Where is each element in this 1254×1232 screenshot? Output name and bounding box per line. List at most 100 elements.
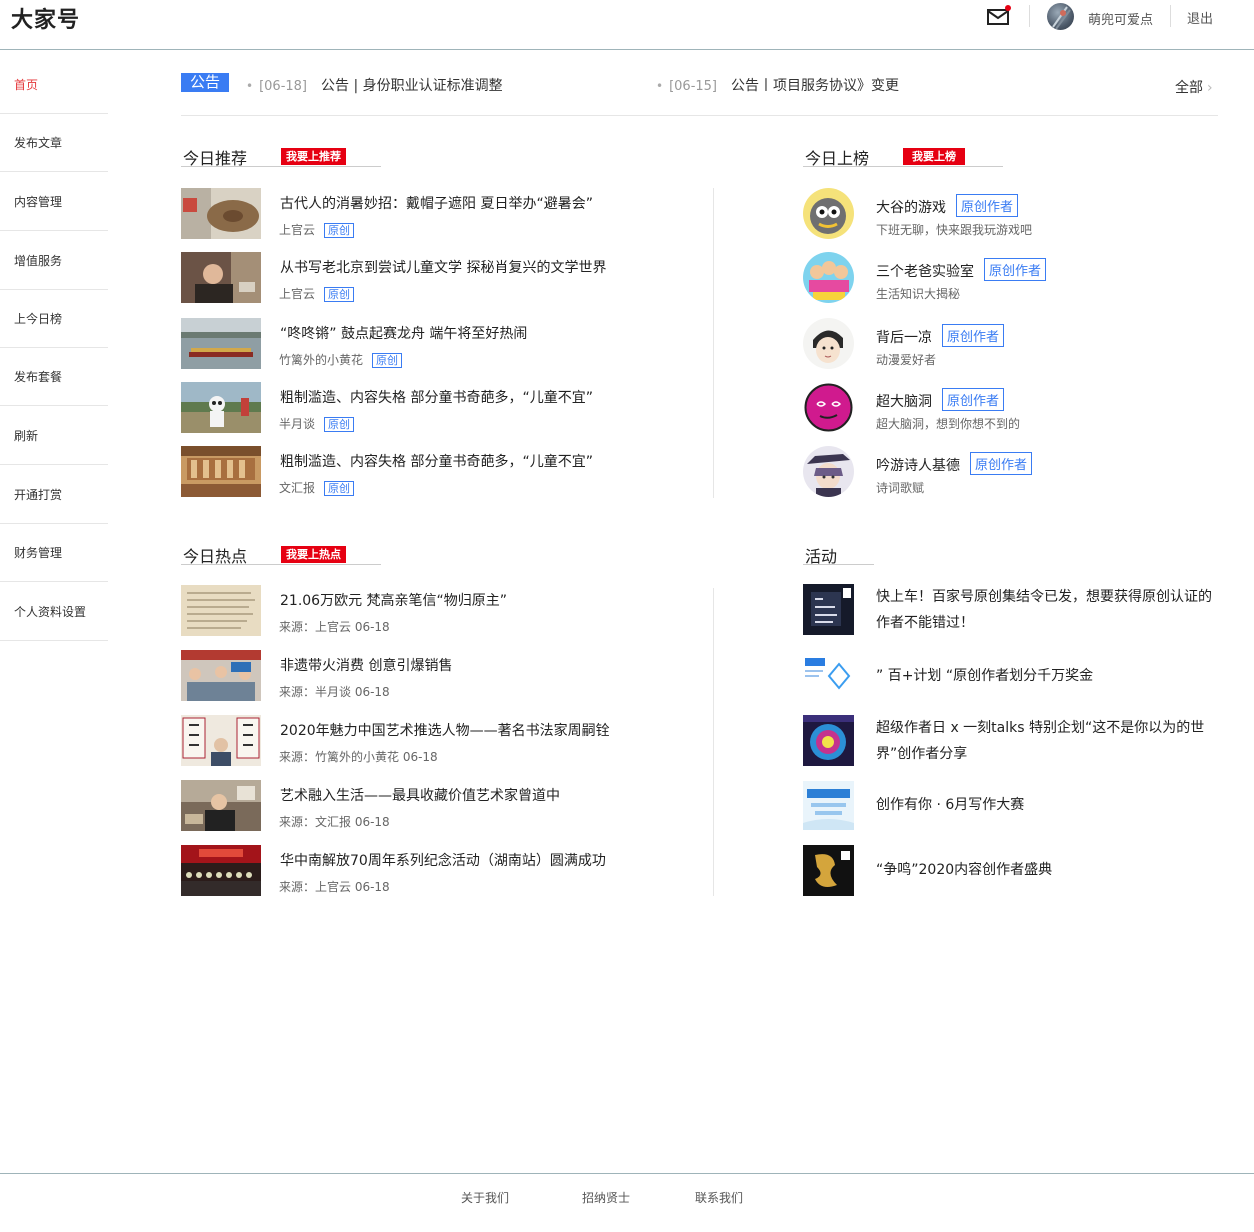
- chevron-right-icon: ›: [1207, 80, 1213, 96]
- original-author-tag: 原创作者: [942, 388, 1005, 411]
- original-tag: 原创: [324, 481, 355, 496]
- article-title[interactable]: 2020年魅力中国艺术推选人物——著名书法家周嗣铨: [280, 720, 610, 740]
- original-tag: 原创: [324, 417, 355, 432]
- article-title[interactable]: 21.06万欧元 梵高亲笔信“物归原主”: [280, 590, 507, 610]
- author-name[interactable]: 超大脑洞 原创作者: [876, 388, 1005, 411]
- notice-item[interactable]: • [06-15] 公告丨项目服务协议》变更: [656, 75, 899, 95]
- sidebar-item-content-management[interactable]: 内容管理: [0, 172, 108, 231]
- article-source: 文汇报: [279, 481, 316, 495]
- activity-title[interactable]: 超级作者日 x 一刻talks 特别企划“这不是你以为的世界”创作者分享: [876, 715, 1218, 767]
- article-title[interactable]: 华中南解放70周年系列纪念活动（湖南站）圆满成功: [280, 850, 606, 870]
- sidebar-item-finance[interactable]: 财务管理: [0, 524, 108, 582]
- activity-thumbnail[interactable]: [803, 781, 854, 830]
- article-thumbnail[interactable]: [181, 446, 261, 497]
- article-meta: 来源：文汇报 06-18: [279, 815, 390, 829]
- author-avatar[interactable]: [803, 252, 854, 303]
- footer-link-careers[interactable]: 招纳贤士: [582, 1189, 630, 1206]
- section-header-activity: 活动: [803, 543, 874, 566]
- apply-ranking-button[interactable]: 我要上榜: [903, 148, 965, 165]
- article-thumbnail[interactable]: [181, 382, 261, 433]
- article-title[interactable]: 从书写老北京到尝试儿童文学 探秘肖复兴的文学世界: [280, 257, 606, 277]
- article-thumbnail[interactable]: [181, 780, 261, 831]
- article-title[interactable]: 粗制滥造、内容失格 部分童书奇葩多，“儿童不宜”: [280, 387, 593, 407]
- article-title[interactable]: 艺术融入生活——最具收藏价值艺术家曾道中: [280, 785, 560, 805]
- activity-thumbnail[interactable]: [803, 656, 854, 696]
- article-source: 上官云: [279, 223, 316, 237]
- activity-title[interactable]: ” 百+计划 “原创作者划分千万奖金: [876, 663, 1218, 689]
- activity-title[interactable]: 创作有你 · 6月写作大赛: [876, 792, 1218, 818]
- username[interactable]: 萌兜可爱点: [1088, 9, 1153, 28]
- activity-title[interactable]: 快上车！百家号原创集结令已发，想要获得原创认证的作者不能错过！: [876, 584, 1218, 636]
- site-logo[interactable]: 大家号: [11, 2, 80, 34]
- sidebar-item-publish-article[interactable]: 发布文章: [0, 114, 108, 172]
- apply-hot-button[interactable]: 我要上热点: [281, 546, 346, 563]
- article-title[interactable]: 非遗带火消费 创意引爆销售: [280, 655, 452, 675]
- article-thumbnail[interactable]: [181, 318, 261, 369]
- notice-text[interactable]: 公告丨项目服务协议》变更: [731, 78, 899, 94]
- article-thumbnail[interactable]: [181, 252, 261, 303]
- article-meta: 来源：竹篱外的小黄花 06-18: [279, 750, 438, 764]
- logout-link[interactable]: 退出: [1187, 8, 1213, 27]
- article-thumbnail[interactable]: [181, 715, 261, 766]
- author-avatar[interactable]: [803, 318, 854, 369]
- original-author-tag: 原创作者: [970, 452, 1033, 475]
- article-title[interactable]: “咚咚锵” 鼓点起赛龙舟 端午将至好热闹: [280, 323, 527, 343]
- all-notices-link[interactable]: 全部 ›: [1175, 77, 1213, 97]
- author-desc: 超大脑洞，想到你想不到的: [876, 417, 1021, 431]
- article-meta: 半月谈 原创: [279, 415, 355, 432]
- author-name-text: 超大脑洞: [876, 394, 932, 410]
- header-divider: [1170, 5, 1171, 27]
- sidebar-item-home[interactable]: 首页: [0, 56, 108, 114]
- section-header-recommend: 今日推荐 我要上推荐: [181, 145, 381, 168]
- footer-link-about[interactable]: 关于我们: [461, 1189, 509, 1206]
- article-thumbnail[interactable]: [181, 585, 261, 636]
- author-name[interactable]: 吟游诗人基德 原创作者: [876, 452, 1033, 475]
- section-header-hot: 今日热点 我要上热点: [181, 543, 381, 566]
- notice-item[interactable]: • [06-18] 公告 | 身份职业认证标准调整: [246, 75, 503, 95]
- author-avatar[interactable]: [803, 382, 854, 433]
- sidebar-item-refresh[interactable]: 刷新: [0, 406, 108, 465]
- bullet-dot: •: [246, 79, 254, 93]
- sidebar-item-value-added-services[interactable]: 增值服务: [0, 231, 108, 290]
- author-avatar[interactable]: [803, 188, 854, 239]
- article-title[interactable]: 古代人的消暑妙招：戴帽子遮阳 夏日举办“避暑会”: [280, 193, 593, 213]
- column-divider: [713, 188, 714, 498]
- column-divider: [713, 588, 714, 896]
- article-title[interactable]: 粗制滥造、内容失格 部分童书奇葩多，“儿童不宜”: [280, 451, 593, 471]
- footer-link-contact[interactable]: 联系我们: [695, 1189, 743, 1206]
- article-meta: 上官云 原创: [279, 285, 355, 302]
- activity-thumbnail[interactable]: [803, 845, 854, 896]
- unread-dot: [1005, 5, 1011, 11]
- author-name[interactable]: 三个老爸实验室 原创作者: [876, 258, 1047, 281]
- article-source: 竹篱外的小黄花: [279, 353, 364, 367]
- author-name-text: 三个老爸实验室: [876, 264, 974, 280]
- apply-recommend-button[interactable]: 我要上推荐: [281, 148, 346, 165]
- header-divider: [1029, 5, 1030, 27]
- article-thumbnail[interactable]: [181, 188, 261, 239]
- sidebar-item-enable-tipping[interactable]: 开通打赏: [0, 465, 108, 524]
- activity-thumbnail[interactable]: [803, 715, 854, 766]
- section-title: 活动: [805, 547, 838, 566]
- article-thumbnail[interactable]: [181, 845, 261, 896]
- article-meta: 上官云 原创: [279, 221, 355, 238]
- author-name[interactable]: 背后一凉 原创作者: [876, 324, 1005, 347]
- activity-title[interactable]: “争鸣”2020内容创作者盛典: [876, 857, 1218, 883]
- top-header: 大家号 萌兜可爱点 退出: [0, 0, 1254, 50]
- all-label: 全部: [1175, 80, 1203, 96]
- sidebar: 首页 发布文章 内容管理 增值服务 上今日榜 发布套餐 刷新 开通打赏 财务管理…: [0, 56, 108, 641]
- sidebar-item-daily-ranking[interactable]: 上今日榜: [0, 290, 108, 348]
- article-thumbnail[interactable]: [181, 650, 261, 701]
- original-tag: 原创: [324, 223, 355, 238]
- sidebar-item-profile-settings[interactable]: 个人资料设置: [0, 582, 108, 641]
- author-name-text: 背后一凉: [876, 330, 932, 346]
- sidebar-item-publish-package[interactable]: 发布套餐: [0, 348, 108, 406]
- author-avatar[interactable]: [803, 446, 854, 497]
- author-name-text: 大谷的游戏: [876, 200, 946, 216]
- notice-text[interactable]: 公告 | 身份职业认证标准调整: [321, 78, 503, 94]
- article-meta: 来源：半月谈 06-18: [279, 685, 390, 699]
- author-name[interactable]: 大谷的游戏 原创作者: [876, 194, 1019, 217]
- notice-date: [06-15]: [669, 79, 717, 94]
- user-avatar[interactable]: [1047, 3, 1074, 30]
- author-name-text: 吟游诗人基德: [876, 458, 960, 474]
- activity-thumbnail[interactable]: [803, 584, 854, 635]
